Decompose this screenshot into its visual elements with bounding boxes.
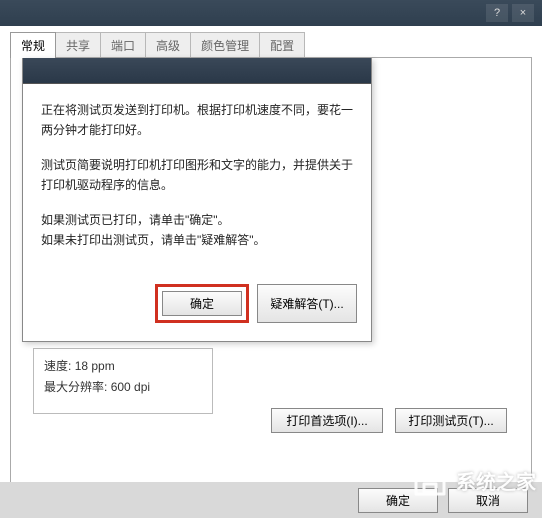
resolution-label: 最大分辨率: (44, 380, 107, 394)
dialog-body: 正在将测试页发送到打印机。根据打印机速度不同，要花一两分钟才能打印好。 测试页简… (23, 84, 371, 284)
close-button[interactable]: × (512, 4, 534, 22)
tab-share[interactable]: 共享 (55, 32, 101, 58)
tab-ports[interactable]: 端口 (100, 32, 146, 58)
dialog-text-ok-instruction: 如果测试页已打印，请单击"确定"。 (41, 213, 230, 227)
tab-advanced[interactable]: 高级 (145, 32, 191, 58)
window-titlebar: ? × (0, 0, 542, 26)
speed-row: 速度: 18 ppm (44, 357, 202, 374)
speed-label: 速度: (44, 359, 71, 373)
tab-general[interactable]: 常规 (10, 32, 56, 58)
help-button[interactable]: ? (486, 4, 508, 22)
dialog-text-troubleshoot-instruction: 如果未打印出测试页，请单击"疑难解答"。 (41, 233, 266, 247)
dialog-text-instruction: 如果测试页已打印，请单击"确定"。 如果未打印出测试页，请单击"疑难解答"。 (41, 210, 353, 251)
resolution-value: 600 dpi (111, 380, 150, 394)
bottom-bar: 确定 取消 (0, 482, 542, 518)
dialog-troubleshoot-button[interactable]: 疑难解答(T)... (257, 284, 357, 323)
dialog-button-row: 确定 疑难解答(T)... (23, 284, 371, 341)
dialog-text-sending: 正在将测试页发送到打印机。根据打印机速度不同，要花一两分钟才能打印好。 (41, 100, 353, 141)
tab-color[interactable]: 颜色管理 (190, 32, 260, 58)
print-test-page-button[interactable]: 打印测试页(T)... (395, 408, 507, 433)
tab-config[interactable]: 配置 (259, 32, 305, 58)
bottom-cancel-button[interactable]: 取消 (448, 488, 528, 513)
speed-value: 18 ppm (75, 359, 115, 373)
dialog-text-explain: 测试页简要说明打印机打印图形和文字的能力，并提供关于打印机驱动程序的信息。 (41, 155, 353, 196)
tabstrip: 常规 共享 端口 高级 颜色管理 配置 (0, 26, 542, 58)
resolution-row: 最大分辨率: 600 dpi (44, 378, 202, 395)
dialog-ok-button[interactable]: 确定 (162, 291, 242, 316)
ok-button-highlight: 确定 (155, 284, 249, 323)
dialog-titlebar (23, 58, 371, 84)
test-page-dialog: 正在将测试页发送到打印机。根据打印机速度不同，要花一两分钟才能打印好。 测试页简… (22, 58, 372, 342)
action-button-row: 打印首选项(I)... 打印测试页(T)... (271, 408, 507, 433)
bottom-ok-button[interactable]: 确定 (358, 488, 438, 513)
printer-info-group: 速度: 18 ppm 最大分辨率: 600 dpi (33, 348, 213, 414)
print-preferences-button[interactable]: 打印首选项(I)... (271, 408, 383, 433)
